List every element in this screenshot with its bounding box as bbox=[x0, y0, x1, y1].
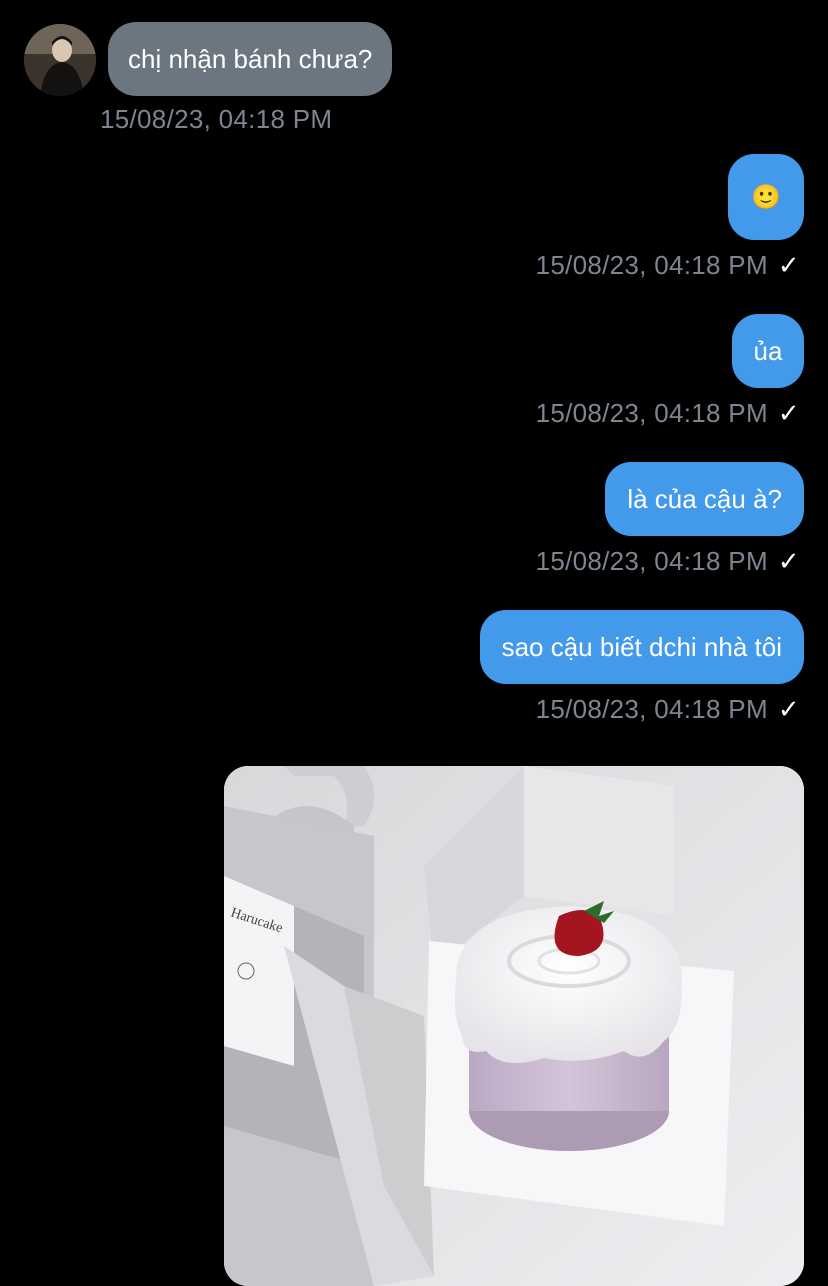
outgoing-timestamp: 15/08/23, 04:18 PM bbox=[535, 250, 768, 280]
avatar-photo bbox=[24, 24, 96, 96]
outgoing-timestamp: 15/08/23, 04:18 PM bbox=[535, 546, 768, 576]
smile-emoji: 🙂 bbox=[751, 183, 781, 211]
outgoing-message-text: ủa bbox=[753, 335, 783, 366]
outgoing-timestamp: 15/08/23, 04:18 PM bbox=[535, 694, 768, 724]
outgoing-message-bubble[interactable]: ủa bbox=[732, 314, 804, 388]
outgoing-message-bubble[interactable]: là của cậu à? bbox=[605, 462, 804, 536]
outgoing-message-text: là của cậu à? bbox=[627, 483, 782, 514]
incoming-message-text: chị nhận bánh chưa? bbox=[128, 43, 373, 74]
cake-photo: Harucake bbox=[224, 766, 804, 1286]
contact-avatar[interactable] bbox=[24, 24, 96, 96]
incoming-message-bubble[interactable]: chị nhận bánh chưa? bbox=[108, 22, 393, 96]
checkmark-icon: ✓ bbox=[777, 250, 800, 280]
checkmark-icon: ✓ bbox=[777, 398, 800, 428]
outgoing-timestamp-row: 15/08/23, 04:18 PM ✓ bbox=[536, 250, 800, 281]
outgoing-message-bubble[interactable]: 🙂 bbox=[728, 154, 804, 240]
incoming-timestamp: 15/08/23, 04:18 PM bbox=[100, 104, 333, 134]
outgoing-message-bubble[interactable]: sao cậu biết dchi nhà tôi bbox=[479, 610, 804, 684]
outgoing-timestamp-row: 15/08/23, 04:18 PM ✓ bbox=[536, 398, 800, 429]
checkmark-icon: ✓ bbox=[777, 546, 800, 576]
photo-message[interactable]: Harucake bbox=[224, 766, 804, 1286]
outgoing-timestamp-row: 15/08/23, 04:18 PM ✓ bbox=[536, 546, 800, 577]
outgoing-timestamp: 15/08/23, 04:18 PM bbox=[535, 398, 768, 428]
outgoing-message-text: sao cậu biết dchi nhà tôi bbox=[501, 631, 782, 662]
outgoing-timestamp-row: 15/08/23, 04:18 PM ✓ bbox=[536, 694, 800, 725]
checkmark-icon: ✓ bbox=[777, 694, 800, 724]
